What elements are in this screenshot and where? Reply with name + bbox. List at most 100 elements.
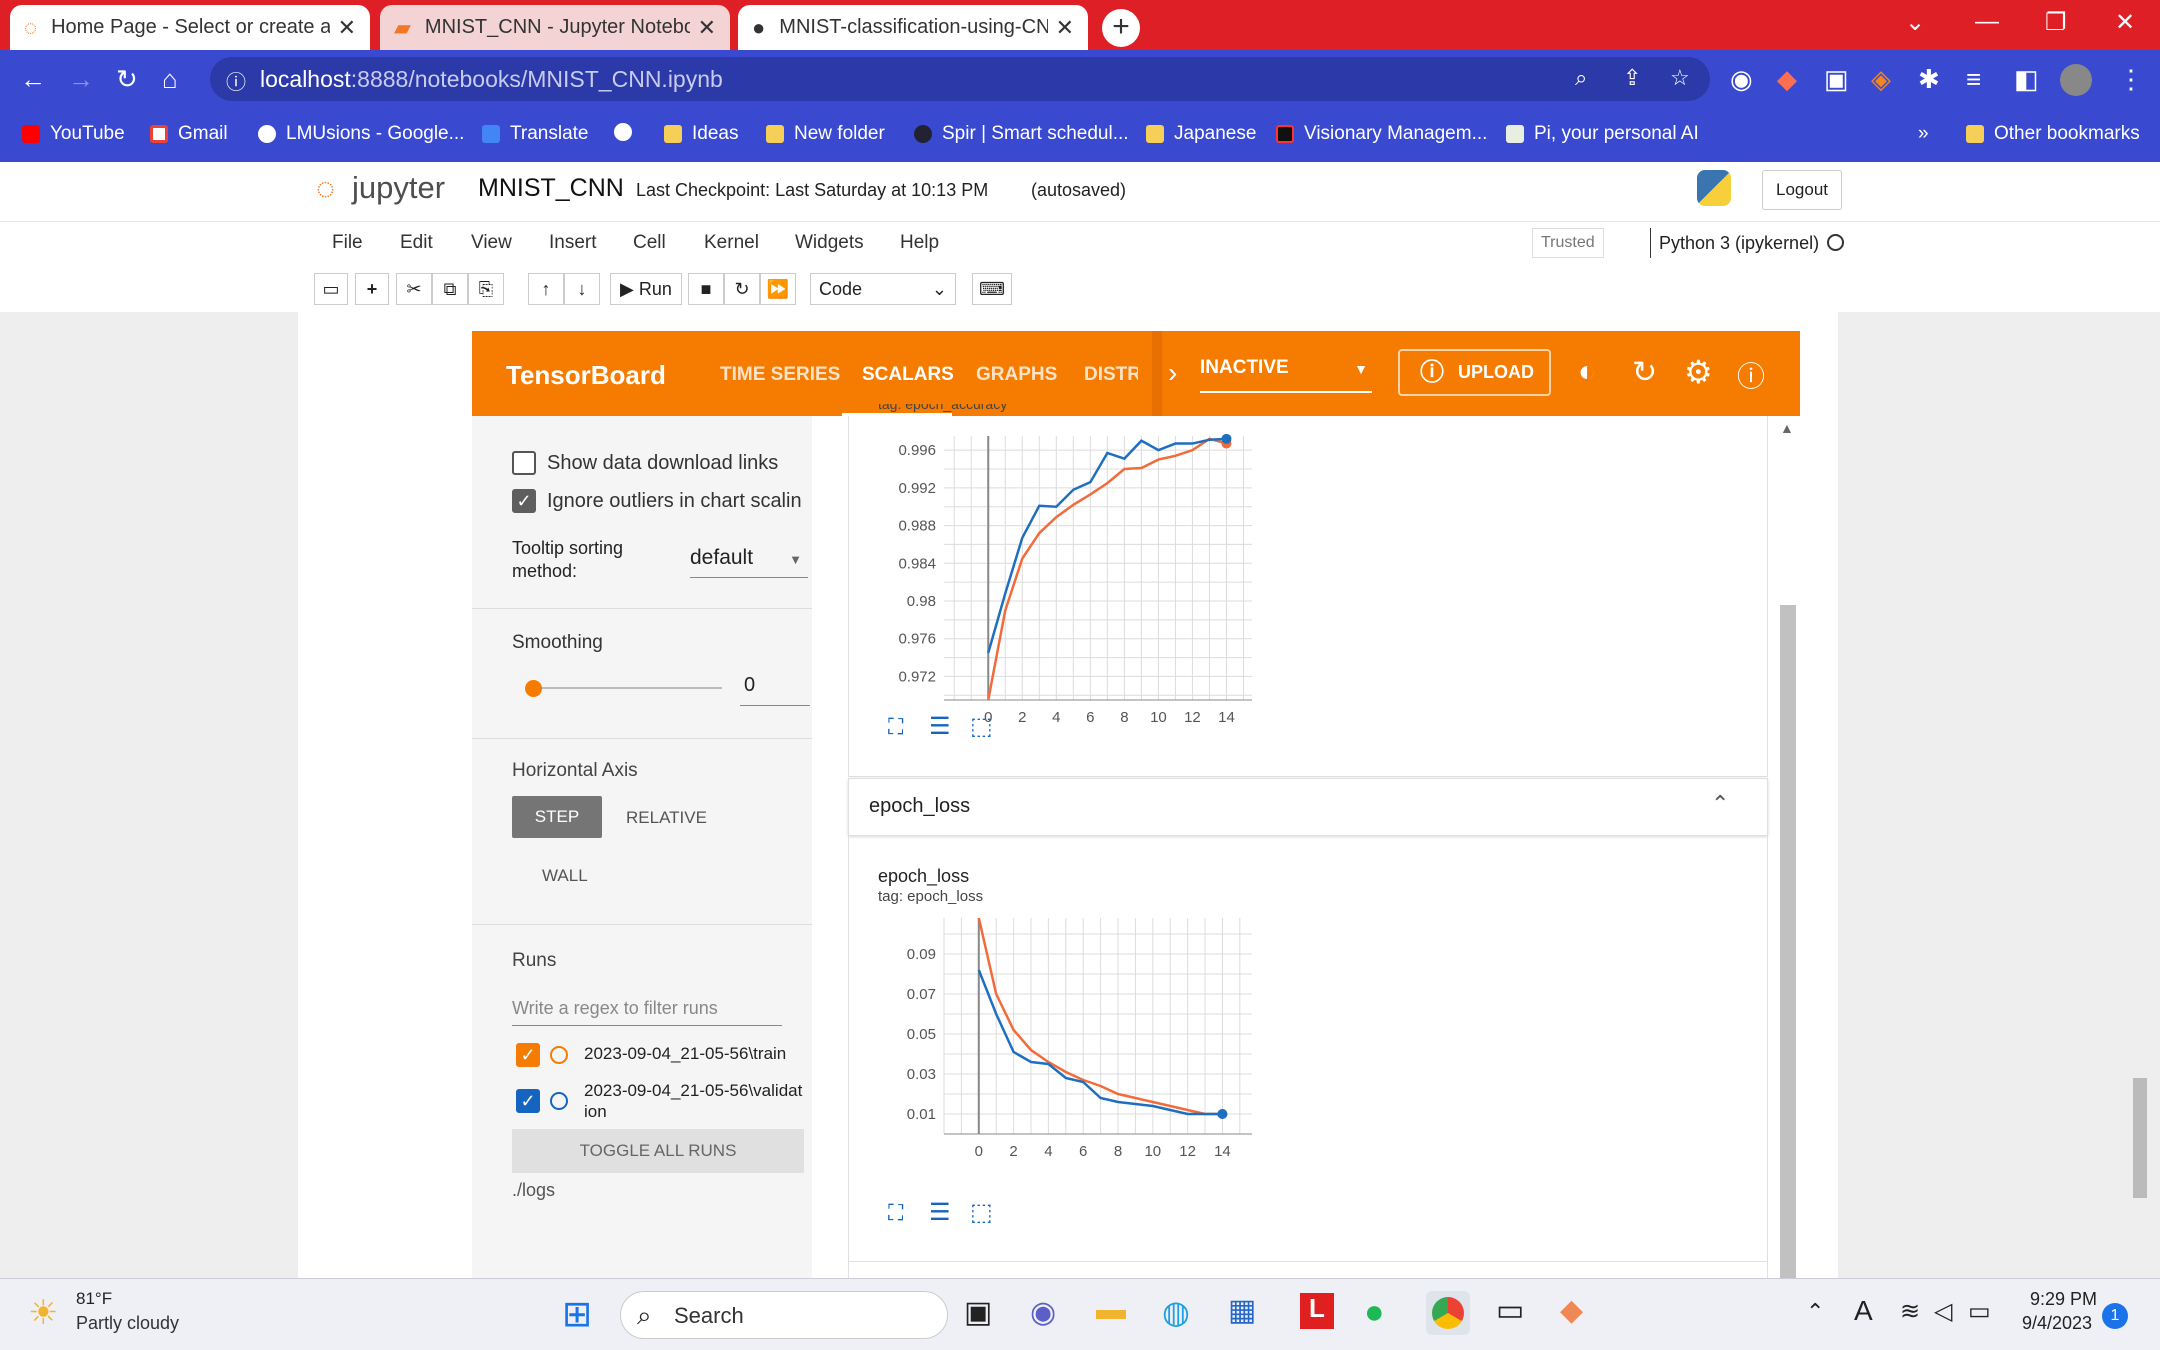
- metamask-icon[interactable]: ◈: [1871, 64, 1891, 95]
- smoothing-slider-track[interactable]: [534, 687, 722, 689]
- smoothing-slider-handle[interactable]: [525, 680, 542, 697]
- smoothing-input[interactable]: 0: [740, 674, 810, 706]
- toggle-all-runs-button[interactable]: TOGGLE ALL RUNS: [512, 1129, 804, 1173]
- chevron-up-icon[interactable]: ⌃: [1711, 791, 1729, 817]
- bookmark-youtube[interactable]: YouTube: [22, 123, 125, 145]
- close-window-icon[interactable]: ✕: [2115, 8, 2135, 37]
- loss-chart[interactable]: 0.09 0.07 0.05 0.03 0.01 0 2 4 6 8 10 12 14: [848, 906, 1278, 1196]
- wifi-icon[interactable]: ≋: [1900, 1297, 1920, 1326]
- bookmark-globe[interactable]: [614, 123, 642, 141]
- axis-wall-button[interactable]: WALL: [542, 866, 588, 886]
- tensorboard-scrollbar-thumb[interactable]: [1780, 605, 1796, 1278]
- star-icon[interactable]: ☆: [1670, 65, 1690, 91]
- minimize-icon[interactable]: —: [1975, 8, 1999, 36]
- menu-insert[interactable]: Insert: [549, 232, 597, 254]
- app-icon[interactable]: ◆: [1560, 1293, 1583, 1328]
- stop-icon[interactable]: ■: [688, 273, 724, 305]
- media-icon[interactable]: ≡: [1966, 64, 1981, 95]
- reload-icon[interactable]: ↻: [116, 64, 138, 95]
- chrome-icon[interactable]: [1426, 1291, 1470, 1335]
- reload-icon[interactable]: ↻: [1632, 355, 1657, 390]
- show-links-checkbox[interactable]: [512, 451, 536, 475]
- fast-forward-icon[interactable]: ⏩: [760, 273, 796, 305]
- data-table-icon[interactable]: ☰: [929, 1198, 951, 1227]
- windows-start-icon[interactable]: ⊞: [562, 1293, 592, 1335]
- paste-icon[interactable]: ⎘: [468, 273, 504, 305]
- nav-scalars[interactable]: SCALARS: [862, 364, 954, 386]
- bookmark-japanese[interactable]: Japanese: [1146, 123, 1256, 145]
- tooltip-sorting-select[interactable]: default ▼: [690, 546, 808, 578]
- upload-button[interactable]: ⓘ UPLOAD: [1398, 349, 1551, 396]
- zoom-icon[interactable]: ⌕: [1575, 65, 1587, 91]
- battery-icon[interactable]: ▭: [1968, 1297, 1991, 1326]
- cut-icon[interactable]: ✂: [396, 273, 432, 305]
- chevron-right-icon[interactable]: ›: [1168, 357, 1177, 389]
- fit-domain-icon[interactable]: ⬚: [970, 1198, 993, 1227]
- tab-github[interactable]: ● MNIST-classification-using-CNN/ ✕: [738, 5, 1088, 50]
- accuracy-chart[interactable]: 0.9960.9920.9880.9840.980.9760.9720 2 4 6 8 1…: [848, 416, 1278, 736]
- logout-button[interactable]: Logout: [1762, 170, 1842, 210]
- terminal-icon[interactable]: ▭: [1496, 1293, 1524, 1328]
- menu-help[interactable]: Help: [900, 232, 939, 254]
- restart-icon[interactable]: ↻: [724, 273, 760, 305]
- loss-section-header[interactable]: epoch_loss ⌃: [848, 778, 1768, 836]
- bookmark-gmail[interactable]: Gmail: [150, 123, 228, 145]
- nav-time-series[interactable]: TIME SERIES: [720, 364, 840, 386]
- l-app-icon[interactable]: L: [1300, 1293, 1334, 1329]
- add-cell-icon[interactable]: +: [355, 273, 389, 305]
- nav-distributions[interactable]: DISTRIB: [1084, 364, 1138, 386]
- ignore-outliers-checkbox[interactable]: ✓: [512, 489, 536, 513]
- translate-extension-icon[interactable]: ▣: [1824, 64, 1849, 95]
- notification-badge[interactable]: 1: [2102, 1303, 2128, 1329]
- volume-icon[interactable]: ◁: [1934, 1297, 1952, 1326]
- task-view-icon[interactable]: ▣: [964, 1295, 992, 1330]
- cell-type-select[interactable]: Code ⌄: [810, 273, 956, 305]
- forward-icon[interactable]: →: [68, 64, 94, 95]
- save-icon[interactable]: ▭: [314, 273, 348, 305]
- new-tab-button[interactable]: +: [1102, 9, 1140, 47]
- data-table-icon[interactable]: ☰: [929, 712, 951, 741]
- copy-icon[interactable]: ⧉: [432, 273, 468, 305]
- clock-time[interactable]: 9:29 PM: [2030, 1289, 2097, 1310]
- other-bookmarks[interactable]: Other bookmarks: [1966, 123, 2140, 145]
- spotify-icon[interactable]: ●: [1364, 1293, 1385, 1332]
- close-icon[interactable]: ✕: [1056, 15, 1074, 41]
- move-down-icon[interactable]: ↓: [564, 273, 600, 305]
- bookmark-pi[interactable]: Pi, your personal AI: [1506, 123, 1699, 145]
- run-validation-color-icon[interactable]: [550, 1092, 568, 1110]
- bookmark-new-folder[interactable]: New folder: [766, 123, 885, 145]
- jupyter-logo-text[interactable]: jupyter: [352, 170, 445, 206]
- tab-mnist-notebook[interactable]: ▰ MNIST_CNN - Jupyter Notebook ✕: [380, 5, 730, 50]
- close-icon[interactable]: ✕: [338, 15, 356, 41]
- move-up-icon[interactable]: ↑: [528, 273, 564, 305]
- weather-icon[interactable]: ☀: [28, 1293, 58, 1333]
- run-train-color-icon[interactable]: [550, 1046, 568, 1064]
- run-button[interactable]: ▶ Run: [610, 273, 682, 305]
- menu-view[interactable]: View: [471, 232, 512, 254]
- axis-relative-button[interactable]: RELATIVE: [626, 808, 707, 828]
- notebook-name[interactable]: MNIST_CNN: [478, 174, 624, 203]
- font-icon[interactable]: A: [1854, 1295, 1873, 1327]
- menu-edit[interactable]: Edit: [400, 232, 433, 254]
- share-icon[interactable]: ⇪: [1623, 65, 1641, 91]
- bookmark-translate[interactable]: Translate: [482, 123, 589, 145]
- sidepanel-icon[interactable]: ◧: [2014, 64, 2039, 95]
- menu-file[interactable]: File: [332, 232, 363, 254]
- theme-toggle-icon[interactable]: ◐: [1578, 355, 1596, 389]
- scroll-up-icon[interactable]: ▲: [1780, 420, 1794, 436]
- extension-icon[interactable]: ◆: [1777, 64, 1797, 95]
- clock-date[interactable]: 9/4/2023: [2022, 1313, 2092, 1334]
- bookmark-lmusions[interactable]: LMUsions - Google...: [258, 123, 464, 145]
- menu-dots-icon[interactable]: ⋮: [2118, 64, 2144, 95]
- grammarly-icon[interactable]: ◉: [1730, 64, 1753, 95]
- scrollbar-thumb[interactable]: [2133, 1078, 2147, 1198]
- axis-step-button[interactable]: STEP: [512, 796, 602, 838]
- tab-home-page[interactable]: ◌ Home Page - Select or create a n ✕: [10, 5, 370, 50]
- close-icon[interactable]: ✕: [698, 15, 716, 41]
- menu-kernel[interactable]: Kernel: [704, 232, 759, 254]
- url-bar[interactable]: ⓘ localhost:8888/notebooks/MNIST_CNN.ipy…: [210, 57, 1710, 101]
- runs-filter-input[interactable]: Write a regex to filter runs: [512, 990, 782, 1026]
- bookmark-ideas[interactable]: Ideas: [664, 123, 738, 145]
- keyboard-icon[interactable]: ⌨: [972, 273, 1012, 305]
- help-icon[interactable]: ⓘ: [1737, 355, 1765, 395]
